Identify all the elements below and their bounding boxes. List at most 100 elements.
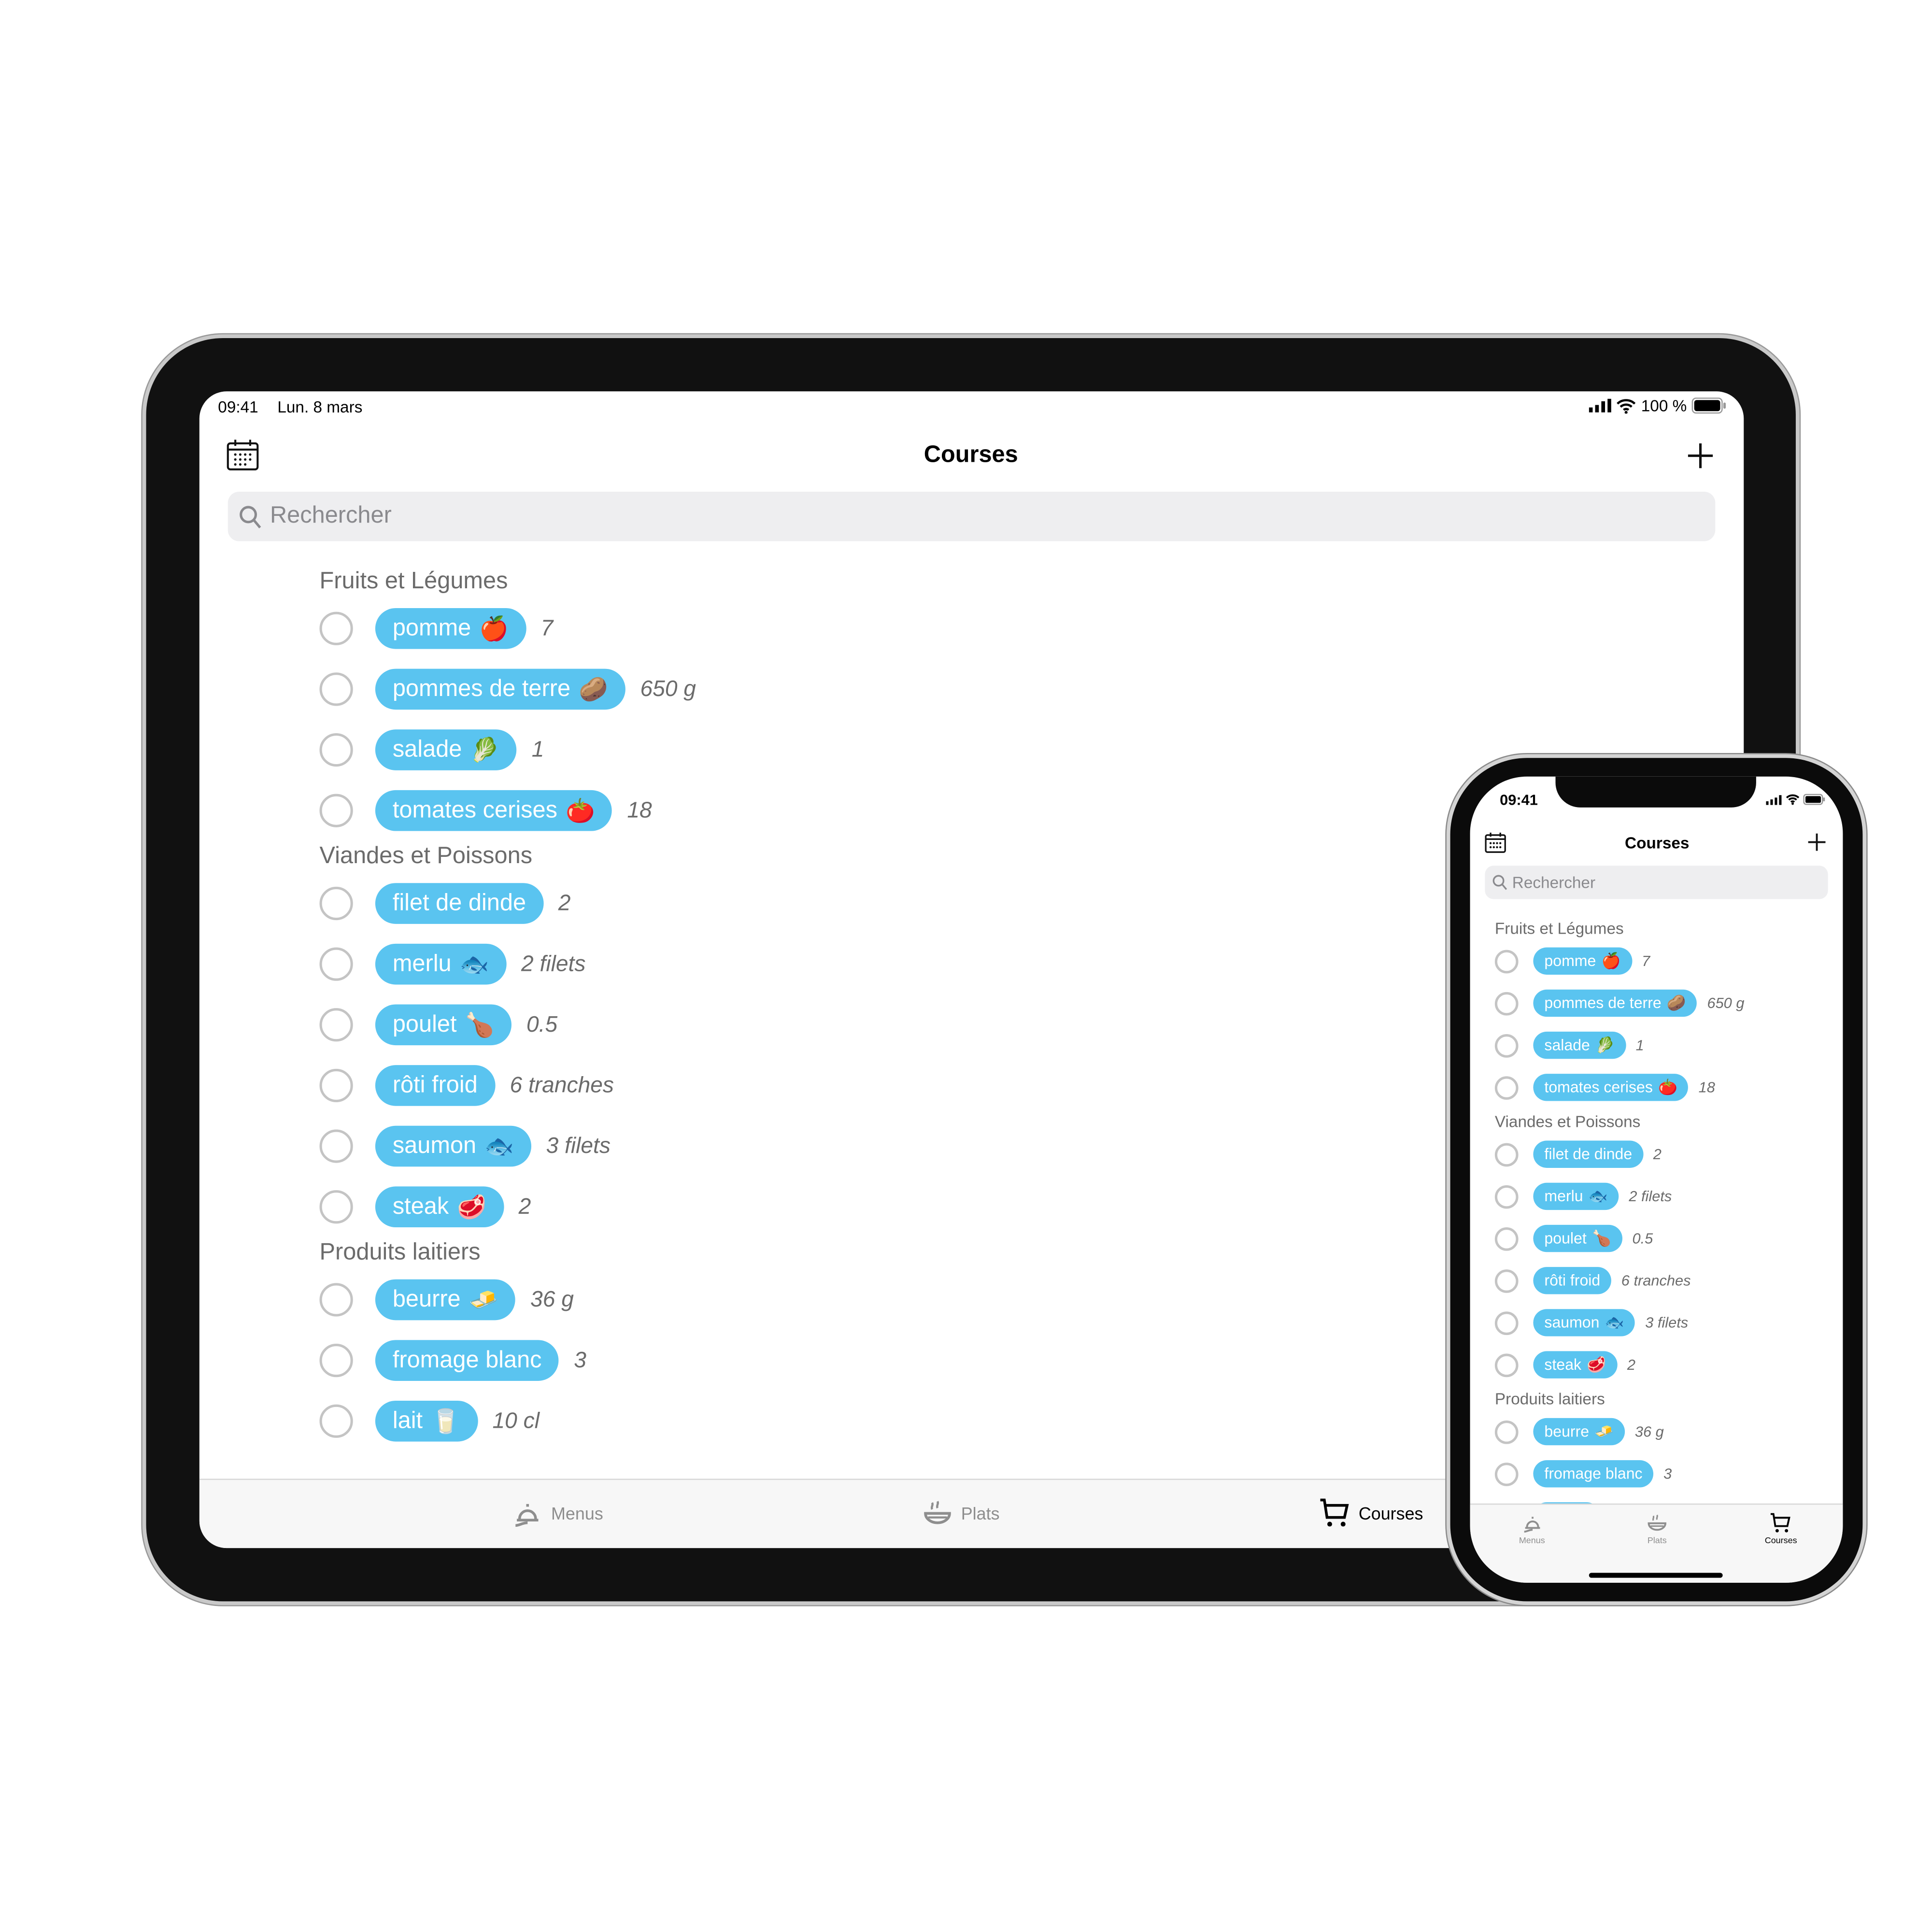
- checkbox[interactable]: [1494, 1462, 1519, 1486]
- add-icon[interactable]: [1808, 833, 1826, 851]
- checkbox[interactable]: [319, 886, 353, 921]
- item-tag[interactable]: saumon 🐟: [1533, 1309, 1635, 1336]
- checkbox[interactable]: [319, 1129, 353, 1163]
- item-tag[interactable]: tomates cerises 🍅: [375, 790, 612, 831]
- checkbox[interactable]: [1494, 991, 1519, 1015]
- checkbox[interactable]: [319, 611, 353, 645]
- item-tag[interactable]: poulet 🍗: [375, 1004, 512, 1046]
- checkbox[interactable]: [319, 947, 353, 981]
- tab-courses[interactable]: Courses: [1319, 1497, 1423, 1530]
- list-item[interactable]: steak 🥩 2: [319, 1177, 696, 1237]
- calendar-icon[interactable]: [1485, 832, 1506, 853]
- item-tag[interactable]: steak 🥩: [375, 1186, 504, 1228]
- item-name: pommes de terre: [392, 675, 571, 702]
- checkbox[interactable]: [319, 1344, 353, 1378]
- item-tag[interactable]: saumon 🐟: [375, 1125, 531, 1167]
- tab-menus[interactable]: Menus: [1519, 1512, 1545, 1546]
- checkbox[interactable]: [319, 1190, 353, 1224]
- list-item[interactable]: pomme 🍎 7: [319, 598, 696, 659]
- list-item[interactable]: filet de dinde 2: [1494, 1133, 1745, 1175]
- item-tag[interactable]: lait 🥛: [375, 1400, 478, 1442]
- checkbox[interactable]: [319, 1404, 353, 1438]
- item-tag[interactable]: steak 🥩: [1533, 1351, 1618, 1378]
- checkbox[interactable]: [1494, 1184, 1519, 1208]
- item-tag[interactable]: merlu 🐟: [1533, 1182, 1619, 1210]
- item-tag[interactable]: pomme 🍎: [375, 608, 526, 649]
- list-item[interactable]: tomates cerises 🍅 18: [1494, 1066, 1745, 1108]
- item-tag[interactable]: rôti froid: [375, 1065, 495, 1106]
- checkbox[interactable]: [319, 733, 353, 767]
- item-tag[interactable]: salade 🥬: [375, 729, 517, 770]
- item-emoji-icon: 🐟: [484, 1134, 514, 1160]
- checkbox[interactable]: [1494, 1033, 1519, 1057]
- search-input[interactable]: Rechercher: [227, 491, 1716, 541]
- list-item[interactable]: steak 🥩 2: [1494, 1344, 1745, 1386]
- tab-menus[interactable]: Menus: [511, 1497, 603, 1530]
- checkbox[interactable]: [1494, 1353, 1519, 1377]
- item-tag[interactable]: beurre 🧈: [1533, 1418, 1625, 1446]
- item-tag[interactable]: fromage blanc: [375, 1340, 559, 1381]
- list-item[interactable]: poulet 🍗 0.5: [319, 994, 696, 1055]
- list-item[interactable]: pommes de terre 🥔 650 g: [1494, 982, 1744, 1024]
- section-header: Produits laitiers: [1494, 1389, 1605, 1408]
- list-item[interactable]: saumon 🐟 3 filets: [319, 1116, 696, 1177]
- calendar-icon[interactable]: [227, 440, 259, 470]
- list-item[interactable]: merlu 🐟 2 filets: [1494, 1175, 1745, 1217]
- list-item[interactable]: saumon 🐟 3 filets: [1494, 1302, 1745, 1344]
- tab-bar: Menus Plats Courses: [1470, 1503, 1843, 1583]
- checkbox[interactable]: [319, 1008, 353, 1042]
- list-item[interactable]: pommes de terre 🥔 650 g: [319, 659, 696, 720]
- search-input[interactable]: Rechercher: [1485, 866, 1828, 899]
- list-item[interactable]: poulet 🍗 0.5: [1494, 1218, 1745, 1260]
- item-tag[interactable]: fromage blanc: [1533, 1460, 1654, 1488]
- item-tag[interactable]: rôti froid: [1533, 1267, 1612, 1294]
- list-item[interactable]: rôti froid 6 tranches: [1494, 1260, 1745, 1302]
- item-name: rôti froid: [392, 1072, 478, 1098]
- tab-courses[interactable]: Courses: [1765, 1512, 1797, 1546]
- checkbox[interactable]: [1494, 949, 1519, 973]
- list-item[interactable]: salade 🥬 1: [1494, 1024, 1745, 1066]
- cloche-icon: [515, 1504, 539, 1527]
- item-tag[interactable]: pommes de terre 🥔: [1533, 989, 1697, 1017]
- page-title: Courses: [1625, 833, 1690, 852]
- list-item[interactable]: fromage blanc 3: [319, 1330, 696, 1391]
- list-item[interactable]: beurre 🧈 36 g: [319, 1269, 696, 1330]
- list-item[interactable]: rôti froid 6 tranches: [319, 1055, 696, 1116]
- item-tag[interactable]: salade 🥬: [1533, 1031, 1626, 1059]
- checkbox[interactable]: [1494, 1075, 1519, 1099]
- item-quantity: 2: [1627, 1356, 1635, 1374]
- item-tag[interactable]: pommes de terre 🥔: [375, 668, 625, 710]
- checkbox[interactable]: [1494, 1142, 1519, 1166]
- checkbox[interactable]: [1494, 1226, 1519, 1250]
- checkbox[interactable]: [1494, 1420, 1519, 1444]
- checkbox[interactable]: [1494, 1311, 1519, 1335]
- item-tag[interactable]: filet de dinde: [375, 883, 543, 924]
- add-icon[interactable]: [1687, 442, 1714, 469]
- list-item[interactable]: pomme 🍎 7: [1494, 940, 1745, 982]
- checkbox[interactable]: [319, 794, 353, 827]
- checkbox[interactable]: [319, 1283, 353, 1317]
- item-tag[interactable]: tomates cerises 🍅: [1533, 1074, 1689, 1101]
- list-item[interactable]: lait 🥛 10 cl: [319, 1391, 696, 1451]
- list-item[interactable]: merlu 🐟 2 filets: [319, 934, 696, 994]
- list-item[interactable]: tomates cerises 🍅 18: [319, 780, 696, 841]
- item-tag[interactable]: merlu 🐟: [375, 943, 507, 985]
- checkbox[interactable]: [1494, 1268, 1519, 1293]
- list-item[interactable]: fromage blanc 3: [1494, 1453, 1745, 1495]
- item-emoji-icon: 🥔: [579, 677, 608, 703]
- bowl-icon: [924, 1501, 951, 1524]
- list-item[interactable]: beurre 🧈 36 g: [1494, 1411, 1745, 1453]
- item-tag[interactable]: filet de dinde: [1533, 1140, 1644, 1168]
- list-item[interactable]: filet de dinde 2: [319, 873, 696, 934]
- checkbox[interactable]: [319, 1068, 353, 1103]
- list-item[interactable]: salade 🥬 1: [319, 720, 696, 781]
- item-quantity: 7: [1642, 952, 1650, 970]
- tab-plats[interactable]: Plats: [922, 1497, 1000, 1530]
- item-quantity: 1: [531, 737, 544, 762]
- item-tag[interactable]: beurre 🧈: [375, 1279, 516, 1321]
- item-tag[interactable]: poulet 🍗: [1533, 1224, 1623, 1252]
- item-tag[interactable]: pomme 🍎: [1533, 947, 1632, 975]
- checkbox[interactable]: [319, 672, 353, 706]
- item-emoji-icon: 🐟: [1605, 1313, 1624, 1331]
- tab-plats[interactable]: Plats: [1646, 1512, 1668, 1546]
